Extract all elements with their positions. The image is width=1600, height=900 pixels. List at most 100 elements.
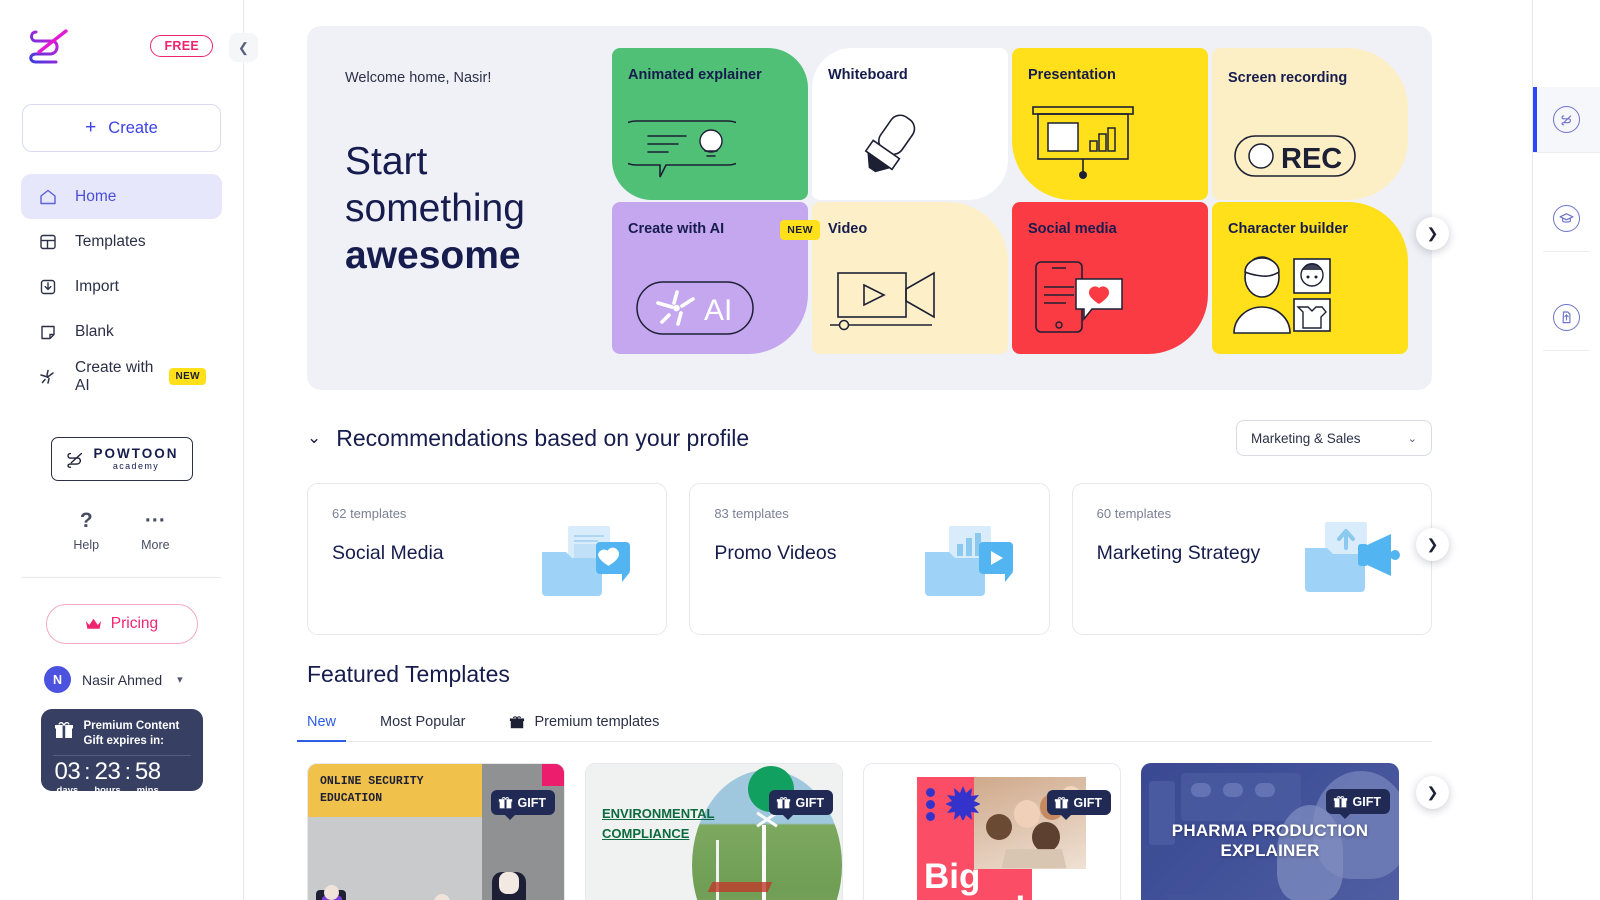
gift-badge-label: GIFT <box>517 795 546 810</box>
rail-item-powtoon[interactable] <box>1533 87 1600 153</box>
user-name: Nasir Ahmed <box>82 671 163 688</box>
academy-wordmark: POWTOON academy <box>93 447 178 472</box>
plus-icon: + <box>85 117 97 138</box>
powtoon-logo[interactable] <box>22 22 78 70</box>
hero-card-title: Create with AI <box>628 221 725 237</box>
more-button[interactable]: ··· More <box>141 509 169 552</box>
hero-card-video[interactable]: Video <box>812 202 1008 354</box>
template-title-line-2: reveal <box>924 892 1025 900</box>
help-button[interactable]: ? Help <box>73 509 99 552</box>
recommendation-card-list: 62 templates Social Media 83 templates P… <box>307 483 1432 635</box>
pricing-button[interactable]: Pricing <box>45 604 198 644</box>
hero-headline-line-3: awesome <box>345 234 521 277</box>
sidebar-collapse-button[interactable]: ❮ <box>229 33 258 62</box>
hero-headline-line-1: Start <box>345 140 428 183</box>
home-icon <box>37 186 59 208</box>
folder-heart-icon <box>540 524 638 607</box>
premium-countdown-card[interactable]: Premium Content Gift expires in: 03 days… <box>40 709 203 796</box>
help-label: Help <box>73 538 100 552</box>
chevron-right-icon: ❯ <box>1426 225 1439 241</box>
featured-next-button[interactable]: ❯ <box>1416 776 1449 809</box>
hero-card-presentation[interactable]: Presentation <box>1012 48 1208 200</box>
rail-item-academy[interactable] <box>1543 186 1590 252</box>
templates-grid-icon <box>37 231 59 253</box>
welcome-message: Welcome home, Nasir! <box>345 70 492 86</box>
hero-card-grid: Animated explainer Whiteboard Presentati… <box>612 48 1412 354</box>
hero-card-screen-recording[interactable]: Screen recording REC <box>1212 48 1408 200</box>
rec-button-icon: REC <box>1234 135 1356 182</box>
marker-pen-icon <box>842 111 938 186</box>
template-title-line-1: ONLINE SECURITY <box>320 775 424 788</box>
hero-card-title: Social media <box>1028 221 1117 237</box>
template-card-pharma-production[interactable]: PHARMA PRODUCTION EXPLAINER GIFT <box>1141 763 1399 900</box>
character-avatar-icon <box>1228 255 1348 340</box>
template-title-line-1: PHARMA PRODUCTION <box>1171 821 1369 840</box>
chevron-down-icon[interactable]: ⌄ <box>307 428 321 448</box>
graduation-cap-icon <box>1553 205 1580 232</box>
hero-card-create-with-ai[interactable]: Create with AI NEW AI <box>612 202 820 354</box>
new-badge: NEW <box>780 220 820 240</box>
presentation-board-icon <box>1028 103 1140 186</box>
hero-card-whiteboard[interactable]: Whiteboard <box>812 48 1008 200</box>
hero-card-row-2: Create with AI NEW AI Video Social media… <box>612 202 1412 354</box>
hero-card-row-1: Animated explainer Whiteboard Presentati… <box>612 48 1412 200</box>
sidebar-item-import[interactable]: Import <box>21 264 222 309</box>
powtoon-academy-button[interactable]: POWTOON academy <box>50 437 193 481</box>
hero-card-character-builder[interactable]: Character builder <box>1212 202 1408 354</box>
chevron-right-icon: ❯ <box>1426 536 1439 552</box>
recommendations-next-button[interactable]: ❯ <box>1416 528 1449 561</box>
tab-new[interactable]: New <box>296 714 347 742</box>
template-card-environmental-compliance[interactable]: ENVIRONMENTAL COMPLIANCE GIFT <box>585 763 843 900</box>
hero-card-social-media[interactable]: Social media <box>1012 202 1208 354</box>
promo-line-2: Gift expires in: <box>83 734 165 747</box>
gift-badge-label: GIFT <box>1352 794 1381 809</box>
gift-icon <box>54 722 73 738</box>
avatar: N <box>44 666 71 693</box>
right-rail <box>1532 0 1600 900</box>
tab-most-popular[interactable]: Most Popular <box>380 714 465 741</box>
recommendation-card-promo-videos[interactable]: 83 templates Promo Videos <box>689 483 1050 635</box>
tab-premium-templates[interactable]: Premium templates <box>509 714 659 741</box>
hero-banner: Welcome home, Nasir! Start something awe… <box>307 26 1449 390</box>
sidebar-item-templates[interactable]: Templates <box>21 219 222 264</box>
create-button[interactable]: + Create <box>22 104 221 152</box>
template-card-online-security[interactable]: ONLINE SECURITY EDUCATION GIFT <box>307 763 565 900</box>
recommendations-header: ⌄ Recommendations based on your profile … <box>307 420 1432 456</box>
featured-template-list: ONLINE SECURITY EDUCATION GIFT ENVIRONME… <box>307 763 1432 900</box>
sidebar-divider <box>22 577 221 578</box>
chevron-left-icon: ❮ <box>238 39 249 55</box>
category-filter-dropdown[interactable]: Marketing & Sales ⌄ <box>1236 420 1432 456</box>
user-menu[interactable]: N Nasir Ahmed ▾ <box>44 666 243 693</box>
countdown-hours: 23 hours <box>94 759 121 796</box>
sidebar-header: FREE <box>0 0 243 74</box>
folder-megaphone-icon <box>1303 520 1403 603</box>
gift-badge-label: GIFT <box>795 795 824 810</box>
sidebar-item-home[interactable]: Home <box>21 174 222 219</box>
crown-icon <box>85 618 101 629</box>
phone-heart-icon <box>1028 259 1144 340</box>
powtoon-mark-icon <box>67 452 83 468</box>
hero-card-animated-explainer[interactable]: Animated explainer <box>612 48 808 200</box>
gift-badge: GIFT <box>1046 790 1111 820</box>
speech-bubble-lightbulb-icon <box>613 115 751 186</box>
recommendation-card-marketing-strategy[interactable]: 60 templates Marketing Strategy <box>1071 483 1432 635</box>
countdown-separator: : <box>84 758 91 784</box>
upgrade-badge-icon <box>1553 304 1580 331</box>
gift-badge: GIFT <box>1325 789 1390 819</box>
rail-item-upgrade[interactable] <box>1543 285 1590 351</box>
gift-badge-label: GIFT <box>1073 795 1102 810</box>
gift-badge: GIFT <box>490 790 555 820</box>
recommendation-card-social-media[interactable]: 62 templates Social Media <box>307 483 668 635</box>
sidebar-item-blank[interactable]: Blank <box>21 309 222 354</box>
chevron-down-icon: ▾ <box>177 674 183 686</box>
gift-badge: GIFT <box>768 790 833 820</box>
hero-next-button[interactable]: ❯ <box>1416 217 1449 250</box>
sidebar-item-create-with-ai[interactable]: Create with AI NEW <box>21 354 222 399</box>
hero-card-title: Screen recording <box>1228 70 1348 86</box>
template-title-line-2: COMPLIANCE <box>602 825 690 841</box>
template-title-line-1: ENVIRONMENTAL <box>602 806 715 821</box>
import-download-icon <box>37 276 59 298</box>
sidebar-helpers: ? Help ··· More <box>0 509 243 552</box>
tab-label: Premium templates <box>534 714 660 730</box>
template-card-big-reveal[interactable]: Big reveal SQUARE GIFT <box>863 763 1121 900</box>
